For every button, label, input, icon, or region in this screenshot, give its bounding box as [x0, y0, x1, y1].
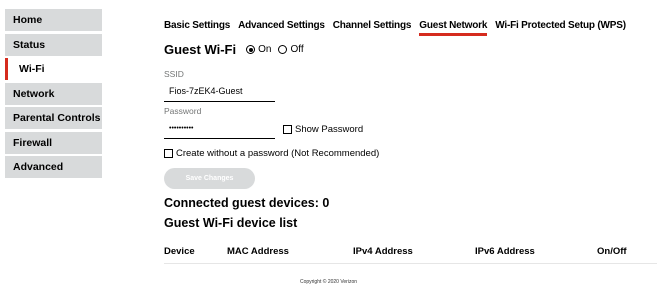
sidebar-item-network[interactable]: Network	[5, 82, 102, 105]
sidebar-item-status[interactable]: Status	[5, 33, 102, 56]
guest-wifi-on-label: On	[258, 44, 272, 55]
sidebar-item-wifi[interactable]: Wi-Fi	[5, 58, 102, 80]
column-header-mac: MAC Address	[227, 246, 289, 257]
guest-wifi-off-radio[interactable]	[278, 45, 288, 54]
guest-wifi-toggle-row: Guest Wi-Fi On Off	[164, 42, 311, 57]
sidebar-item-firewall[interactable]: Firewall	[5, 131, 102, 154]
copyright-footer: Copyright © 2020 Verizon	[299, 279, 358, 285]
sidebar-item-advanced[interactable]: Advanced	[5, 156, 102, 178]
device-list-title: Guest Wi-Fi device list	[164, 216, 298, 230]
tab-basic-settings[interactable]: Basic Settings	[164, 20, 230, 36]
tab-wps[interactable]: Wi-Fi Protected Setup (WPS)	[495, 20, 626, 36]
connected-devices-count: Connected guest devices: 0	[164, 196, 330, 210]
ssid-input[interactable]: Fios-7zEK4-Guest	[164, 82, 275, 102]
guest-wifi-off-label: Off	[290, 44, 304, 55]
save-changes-button[interactable]: Save Changes	[164, 168, 255, 189]
show-password-label: Show Password	[295, 124, 364, 135]
no-password-label: Create without a password (Not Recommend…	[176, 148, 380, 159]
tab-channel-settings[interactable]: Channel Settings	[333, 20, 412, 36]
show-password-checkbox[interactable]	[283, 125, 292, 134]
no-password-row: Create without a password (Not Recommend…	[164, 148, 379, 159]
password-input[interactable]: ••••••••••	[164, 119, 275, 139]
column-header-on-off: On/Off	[597, 246, 627, 257]
guest-wifi-title: Guest Wi-Fi	[164, 42, 237, 57]
tab-guest-network[interactable]: Guest Network	[419, 20, 487, 36]
column-header-device: Device	[164, 246, 195, 257]
sidebar-item-parental-controls[interactable]: Parental Controls	[5, 107, 102, 129]
sidebar-nav: Home Status Wi-Fi Network Parental Contr…	[5, 9, 102, 181]
sidebar-item-home[interactable]: Home	[5, 9, 102, 31]
tab-advanced-settings[interactable]: Advanced Settings	[238, 20, 325, 36]
device-table-header: Device MAC Address IPv4 Address IPv6 Add…	[164, 244, 657, 264]
column-header-ipv6: IPv6 Address	[475, 246, 535, 257]
show-password-row: Show Password	[283, 124, 363, 135]
no-password-checkbox[interactable]	[164, 149, 173, 158]
guest-wifi-on-radio[interactable]	[246, 45, 256, 54]
column-header-ipv4: IPv4 Address	[353, 246, 413, 257]
ssid-label: SSID	[164, 69, 184, 79]
password-label: Password	[164, 106, 202, 116]
settings-tabs: Basic Settings Advanced Settings Channel…	[164, 20, 634, 36]
